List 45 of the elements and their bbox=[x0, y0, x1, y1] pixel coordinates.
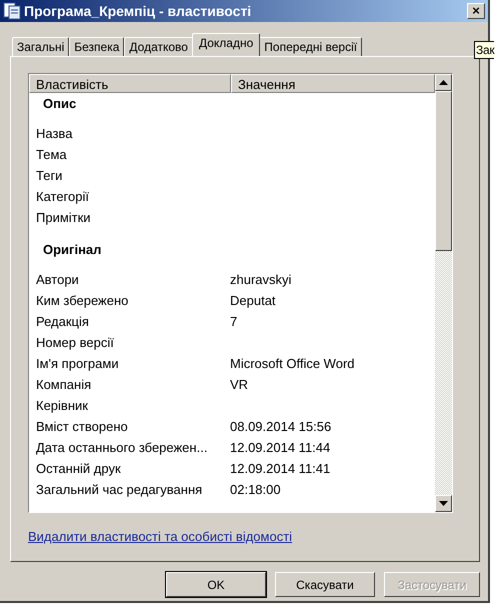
tab[interactable]: Безпека bbox=[69, 37, 124, 56]
tab[interactable]: Докладно bbox=[192, 33, 260, 56]
scrollbar[interactable] bbox=[435, 74, 452, 512]
up-arrow-icon[interactable] bbox=[439, 80, 448, 85]
column-header[interactable]: Значення bbox=[231, 74, 435, 93]
property-value: 7 bbox=[229, 314, 238, 329]
property-value: zhuravskyi bbox=[229, 272, 292, 287]
document-icon bbox=[3, 2, 21, 20]
property-name: Вміст створено bbox=[35, 419, 129, 434]
property-name: Компанія bbox=[35, 377, 92, 392]
property-name: Загальний час редагування bbox=[35, 482, 204, 497]
property-value: 12.09.2014 11:41 bbox=[229, 461, 330, 476]
tooltip: Зак bbox=[474, 41, 494, 59]
tab[interactable]: Попередні версії bbox=[259, 37, 362, 56]
property-name: Ім'я програми bbox=[35, 356, 120, 371]
property-value: 02:18:00 bbox=[229, 482, 281, 497]
tab[interactable]: Додатково bbox=[124, 37, 193, 56]
tab[interactable]: Загальні bbox=[12, 37, 70, 56]
window-title: Програма_Кремпіц - властивості bbox=[24, 3, 252, 19]
dialog-button[interactable]: OK bbox=[166, 572, 266, 597]
dialog-button[interactable]: Скасувати bbox=[275, 572, 375, 597]
property-value: Deputat bbox=[229, 293, 276, 308]
group-heading: Опис bbox=[43, 96, 76, 111]
close-button[interactable]: × bbox=[467, 3, 485, 19]
property-name: Автори bbox=[35, 272, 80, 287]
property-name: Останній друк bbox=[35, 461, 122, 476]
down-arrow-icon[interactable] bbox=[439, 501, 448, 506]
property-name: Тема bbox=[35, 147, 68, 162]
group-heading: Оригінал bbox=[43, 242, 102, 257]
property-name: Назва bbox=[35, 126, 74, 141]
property-name: Номер версії bbox=[35, 335, 115, 350]
property-name: Примітки bbox=[35, 210, 92, 225]
property-name: Керівник bbox=[35, 398, 89, 413]
property-value: 08.09.2014 15:56 bbox=[229, 419, 332, 434]
property-value: Microsoft Office Word bbox=[229, 356, 354, 371]
scrollbar-thumb[interactable] bbox=[435, 91, 452, 251]
property-value: 12.09.2014 11:44 bbox=[229, 440, 330, 455]
remove-properties-link[interactable]: Видалити властивості та особисті відомості bbox=[28, 529, 292, 544]
property-name: Редакція bbox=[35, 314, 90, 329]
property-name: Ким збережено bbox=[35, 293, 130, 308]
property-name: Дата останнього збережен... bbox=[35, 440, 208, 455]
property-value: VR bbox=[229, 377, 248, 392]
column-header[interactable]: Властивість bbox=[29, 74, 231, 93]
property-name: Теги bbox=[35, 168, 64, 183]
property-name: Категорії bbox=[35, 189, 90, 204]
